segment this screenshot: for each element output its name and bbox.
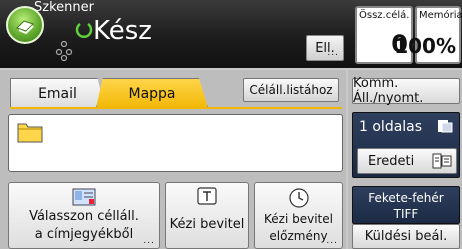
ready-status-icon: [75, 22, 93, 38]
address-book-icon: [72, 188, 96, 206]
tab-label: Mappa: [128, 85, 176, 102]
more-dots-icon: ...: [327, 48, 339, 58]
memory-indicator: Memória 100%: [394, 6, 462, 64]
color-mode-label: Fekete-fehér: [368, 191, 444, 205]
button-label: Eredeti: [368, 153, 415, 169]
scanner-icon: [16, 20, 34, 35]
destination-field[interactable]: [8, 114, 343, 172]
comm-status-print-button[interactable]: Komm. Áll./nyomt.: [352, 76, 460, 106]
memory-label: Memória: [419, 10, 462, 21]
tab-folder[interactable]: Mappa: [96, 78, 208, 108]
user-group-icon: [55, 40, 73, 62]
counter-label: Össz.célá.: [359, 10, 410, 21]
destination-panel: Email Mappa Céláll.listához Válasszon cé…: [0, 70, 346, 249]
original-settings-button[interactable]: Eredeti: [357, 148, 457, 174]
button-label-line1: Kézi bevitel: [264, 212, 333, 226]
button-label: Céláll.listához: [249, 83, 333, 97]
header-bar: Szkenner Kész Ell. ... Össz.célá. 0 Memó…: [0, 0, 462, 68]
page-settings-box: 1 oldalas Eredeti: [352, 112, 460, 178]
memory-value: 100%: [394, 34, 456, 58]
clock-icon: [288, 188, 309, 208]
pages-label: 1 oldalas: [359, 119, 423, 135]
more-dots-icon: ...: [143, 236, 155, 246]
manual-entry-history-button[interactable]: Kézi bevitel előzmény ...: [254, 182, 343, 249]
send-settings-button[interactable]: Küldési beál.: [352, 224, 460, 249]
color-mode-box[interactable]: Fekete-fehér TIFF: [352, 186, 460, 224]
more-dots-icon: ...: [326, 236, 338, 246]
manual-entry-button[interactable]: Kézi bevitel: [165, 182, 249, 249]
select-from-addressbook-button[interactable]: Válasszon célláll. a címjegyékből ...: [8, 182, 160, 249]
check-button[interactable]: Ell. ...: [306, 35, 344, 61]
text-entry-icon: [197, 187, 217, 205]
tab-underline: [10, 107, 342, 109]
folder-icon: [17, 123, 43, 143]
button-label-line1: Válasszon célláll.: [29, 209, 139, 224]
button-label: Kézi bevitel: [169, 217, 245, 232]
button-label: Küldési beál.: [364, 229, 448, 244]
tab-email[interactable]: Email: [10, 78, 105, 108]
to-destination-list-button[interactable]: Céláll.listához: [243, 78, 339, 102]
status-text: Kész: [93, 16, 152, 46]
original-orientation-icon: [432, 153, 452, 169]
app-name: Szkenner: [34, 0, 94, 15]
single-sided-icon: [438, 120, 453, 133]
button-label: Komm. Áll./nyomt.: [353, 76, 424, 106]
button-label-line2: a címjegyékből: [34, 227, 134, 242]
file-type-label: TIFF: [393, 207, 419, 221]
tab-label: Email: [38, 85, 77, 102]
settings-panel: Komm. Áll./nyomt. 1 oldalas Eredeti Feke…: [348, 70, 462, 249]
